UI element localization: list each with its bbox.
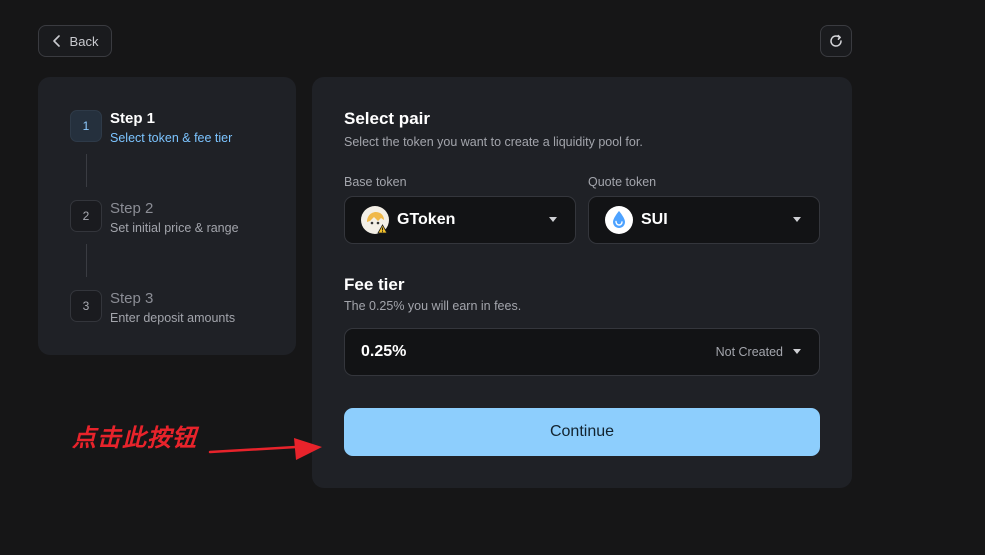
step-title: Step 2 (110, 200, 154, 217)
annotation-text: 点击此按钮 (72, 424, 197, 452)
gtoken-icon (361, 206, 389, 234)
base-token-label: Base token (344, 175, 407, 189)
step-title: Step 3 (110, 290, 154, 307)
back-label: Back (69, 33, 99, 49)
main-card: Select pair Select the token you want to… (312, 77, 852, 488)
step-subtitle: Enter deposit amounts (110, 311, 236, 325)
quote-token-select[interactable]: SUI (588, 196, 820, 244)
quote-token-label: Quote token (588, 175, 657, 189)
step-1[interactable]: 1 Step 1 Select token & fee tier (70, 110, 232, 146)
continue-button[interactable]: Continue (344, 408, 820, 456)
quote-token-name: SUI (641, 211, 668, 228)
step-title: Step 1 (110, 110, 156, 127)
step-number: 1 (70, 110, 102, 142)
step-connector (86, 244, 87, 277)
fee-tier-status: Not Created (715, 345, 783, 359)
pair-description: Select the token you want to create a li… (344, 135, 643, 149)
step-subtitle: Set initial price & range (110, 221, 239, 235)
step-connector (86, 154, 87, 187)
refresh-button[interactable] (820, 25, 852, 57)
caret-down-icon (549, 217, 557, 222)
fee-description: The 0.25% you will earn in fees. (344, 299, 522, 313)
fee-tier-value: 0.25% (361, 343, 407, 360)
step-number: 2 (70, 200, 102, 232)
fee-tier-select[interactable]: 0.25% Not Created (344, 328, 820, 376)
refresh-icon (830, 34, 842, 47)
fee-title: Fee tier (344, 275, 405, 294)
step-number: 3 (70, 290, 102, 322)
step-subtitle: Select token & fee tier (110, 131, 233, 145)
step-3[interactable]: 3 Step 3 Enter deposit amounts (70, 290, 235, 326)
page: Back 1 Step 1 Select token & fee tier 2 … (0, 0, 985, 555)
caret-down-icon (793, 217, 801, 222)
sui-icon (605, 206, 633, 234)
step-2[interactable]: 2 Step 2 Set initial price & range (70, 200, 239, 236)
pair-title: Select pair (344, 109, 430, 128)
stepper-card: 1 Step 1 Select token & fee tier 2 Step … (38, 77, 296, 355)
base-token-name: GToken (397, 211, 456, 228)
back-button[interactable]: Back (38, 25, 112, 57)
chevron-left-icon (52, 35, 60, 47)
arrow-right-icon (208, 438, 322, 460)
base-token-select[interactable]: GToken (344, 196, 576, 244)
caret-down-icon (793, 349, 801, 354)
